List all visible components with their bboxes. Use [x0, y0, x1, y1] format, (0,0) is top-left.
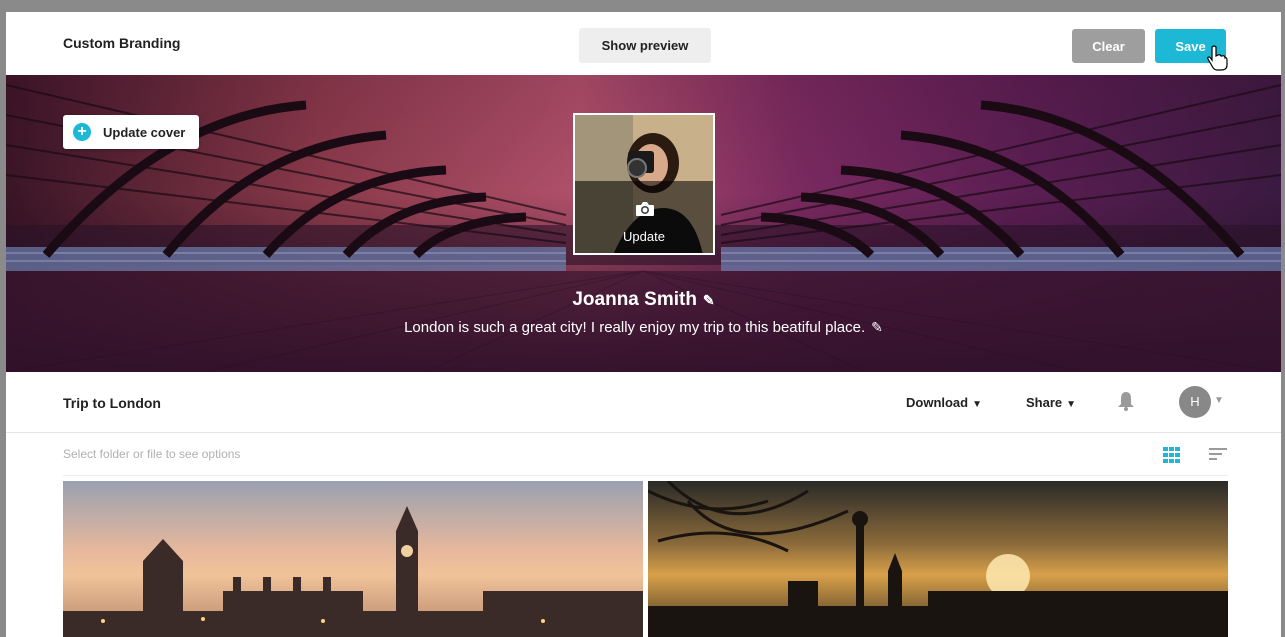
- thames-photo: [648, 481, 1228, 637]
- top-bar: Custom Branding Show preview Clear Save: [6, 12, 1281, 75]
- options-bar: Select folder or file to see options: [6, 433, 1281, 476]
- profile-name: Joanna Smith: [572, 289, 697, 310]
- app-window: Custom Branding Show preview Clear Save: [6, 12, 1281, 637]
- divider: [63, 475, 1228, 476]
- camera-icon: [636, 202, 654, 216]
- profile-name-row: Joanna Smith ✎: [6, 289, 1281, 311]
- parliament-photo: [63, 506, 643, 637]
- folder-header: Trip to London Download ▼ Share ▼ H ▼: [6, 372, 1281, 433]
- clear-button[interactable]: Clear: [1072, 29, 1145, 63]
- download-label: Download: [906, 395, 969, 410]
- caret-down-icon: ▼: [972, 399, 983, 410]
- page-title: Custom Branding: [63, 35, 181, 51]
- profile-bio-row: London is such a great city! I really en…: [6, 319, 1281, 336]
- bell-icon[interactable]: [1116, 390, 1136, 412]
- photo-tile-parliament[interactable]: [63, 481, 643, 637]
- profile-avatar-upload[interactable]: Update: [573, 113, 715, 255]
- download-dropdown[interactable]: Download ▼: [906, 395, 982, 410]
- cover-banner: + Update cover Update Joanna Smith ✎ Lon…: [6, 75, 1281, 372]
- sort-icon[interactable]: [1209, 447, 1227, 461]
- caret-down-icon: ▼: [1066, 399, 1077, 410]
- avatar-update-label: Update: [623, 229, 665, 244]
- options-hint: Select folder or file to see options: [63, 447, 241, 461]
- pencil-icon[interactable]: ✎: [703, 292, 715, 309]
- profile-bio: London is such a great city! I really en…: [404, 319, 866, 336]
- update-cover-button[interactable]: + Update cover: [63, 115, 199, 149]
- share-dropdown[interactable]: Share ▼: [1026, 395, 1076, 410]
- user-avatar[interactable]: H: [1179, 386, 1211, 418]
- photo-tile-thames[interactable]: [648, 481, 1228, 637]
- grid-view-icon[interactable]: [1163, 447, 1181, 463]
- plus-circle-icon: +: [73, 123, 91, 141]
- pencil-icon[interactable]: ✎: [871, 319, 883, 336]
- update-cover-label: Update cover: [103, 125, 186, 140]
- show-preview-button[interactable]: Show preview: [579, 28, 711, 63]
- caret-down-icon[interactable]: ▼: [1214, 395, 1224, 406]
- share-label: Share: [1026, 395, 1063, 410]
- folder-title: Trip to London: [63, 395, 161, 411]
- hand-cursor-icon: [1207, 45, 1228, 71]
